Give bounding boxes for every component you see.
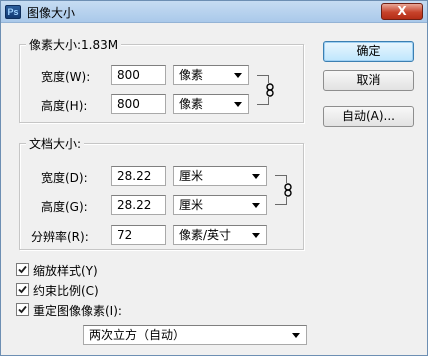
resolution-unit-select[interactable]: 像素/英寸 [173,225,267,245]
chevron-down-icon [252,233,260,238]
doc-width-input[interactable]: 28.22 [111,166,166,186]
document-size-legend: 文档大小: [26,135,85,152]
checkmark-icon [18,305,27,314]
title-bar[interactable]: Ps 图像大小 X [1,1,427,23]
constrain-proportions-checkbox[interactable] [16,283,29,296]
chevron-down-icon [234,102,242,107]
scale-styles-label[interactable]: 缩放样式(Y) [33,262,98,279]
ok-button[interactable]: 确定 [323,41,414,62]
doc-height-label: 高度(G): [41,200,88,214]
resolution-input[interactable]: 72 [111,225,166,245]
resample-image-checkbox[interactable] [16,303,29,316]
chevron-down-icon [252,174,260,179]
doc-height-input[interactable]: 28.22 [111,195,166,215]
photoshop-app-icon: Ps [5,5,21,19]
cancel-button[interactable]: 取消 [323,70,414,91]
pixel-height-label: 高度(H): [41,99,88,113]
resolution-label: 分辨率(R): [31,230,89,244]
chevron-down-icon [292,333,300,338]
resample-image-label[interactable]: 重定图像像素(I): [33,302,122,319]
resample-method-value: 两次立方（自动） [89,328,186,342]
resolution-unit-value: 像素/英寸 [179,228,232,242]
doc-width-unit-select[interactable]: 厘米 [173,166,267,186]
chain-link-icon [265,83,275,97]
doc-height-unit-select[interactable]: 厘米 [173,195,267,215]
image-size-dialog: Ps 图像大小 X 像素大小:1.83M 宽度(W): 800 像素 高度(H)… [0,0,428,356]
pixel-width-unit-value: 像素 [179,68,204,82]
pixel-width-label: 宽度(W): [41,70,91,84]
pixel-width-input[interactable]: 800 [111,65,166,85]
chevron-down-icon [234,73,242,78]
chevron-down-icon [252,203,260,208]
chain-link-icon [283,183,293,197]
scale-styles-checkbox[interactable] [16,263,29,276]
pixel-width-unit-select[interactable]: 像素 [173,65,249,85]
checkmark-icon [18,285,27,294]
doc-height-unit-value: 厘米 [179,198,204,212]
doc-width-label: 宽度(D): [41,171,88,185]
constrain-proportions-label[interactable]: 约束比例(C) [33,282,99,299]
pixel-height-input[interactable]: 800 [111,94,166,114]
pixel-dimensions-legend: 像素大小:1.83M [26,36,122,53]
resample-method-select[interactable]: 两次立方（自动） [83,325,307,345]
checkmark-icon [18,265,27,274]
doc-width-unit-value: 厘米 [179,169,204,183]
pixel-height-unit-select[interactable]: 像素 [173,94,249,114]
pixel-height-unit-value: 像素 [179,97,204,111]
close-button[interactable]: X [381,3,423,20]
auto-button[interactable]: 自动(A)... [323,106,414,127]
dialog-title: 图像大小 [27,6,76,20]
